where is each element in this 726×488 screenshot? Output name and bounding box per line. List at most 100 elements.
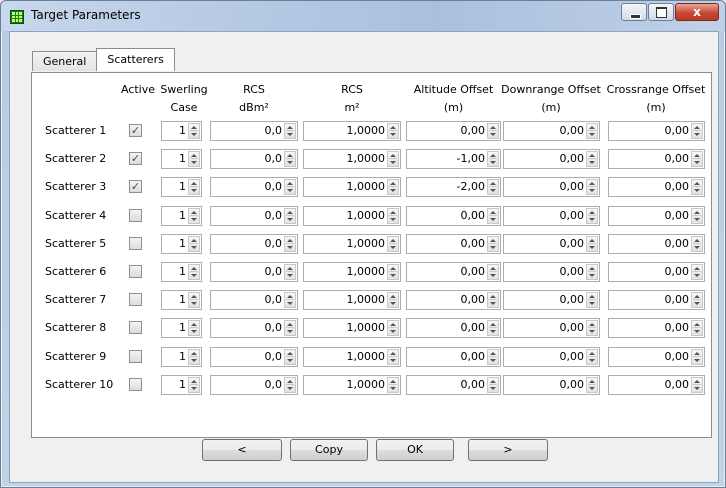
active-checkbox[interactable] [129,237,142,250]
spin-arrows-icon[interactable] [387,123,399,139]
close-button[interactable]: x [675,3,719,21]
downrange-spinbox[interactable]: 0,00 [503,121,600,141]
altitude-spinbox[interactable]: 0,00 [406,318,501,338]
spin-arrows-icon[interactable] [586,349,598,365]
rcs-m-spinbox[interactable]: 1,0000 [303,347,401,367]
spin-arrows-icon[interactable] [284,320,296,336]
minimize-button[interactable] [621,3,647,21]
spin-arrows-icon[interactable] [487,236,499,252]
spin-arrows-icon[interactable] [387,377,399,393]
crossrange-spinbox[interactable]: 0,00 [608,149,705,169]
maximize-button[interactable] [648,3,674,21]
crossrange-spinbox[interactable]: 0,00 [608,375,705,395]
spin-arrows-icon[interactable] [586,320,598,336]
altitude-spinbox[interactable]: -1,00 [406,149,501,169]
downrange-spinbox[interactable]: 0,00 [503,290,600,310]
spin-arrows-icon[interactable] [691,292,703,308]
active-checkbox[interactable] [129,209,142,222]
tab-general[interactable]: General [32,51,98,71]
active-checkbox[interactable]: ✓ [129,152,142,165]
spin-arrows-icon[interactable] [487,320,499,336]
swerling-spinbox[interactable]: 1 [161,347,202,367]
spin-arrows-icon[interactable] [691,208,703,224]
spin-arrows-icon[interactable] [284,151,296,167]
spin-arrows-icon[interactable] [487,123,499,139]
copy-button[interactable]: Copy [290,439,368,461]
spin-arrows-icon[interactable] [188,123,200,139]
altitude-spinbox[interactable]: 0,00 [406,121,501,141]
spin-arrows-icon[interactable] [586,236,598,252]
rcs-dbm-spinbox[interactable]: 0,0 [210,290,298,310]
rcs-dbm-spinbox[interactable]: 0,0 [210,375,298,395]
swerling-spinbox[interactable]: 1 [161,177,202,197]
spin-arrows-icon[interactable] [284,236,296,252]
spin-arrows-icon[interactable] [586,123,598,139]
downrange-spinbox[interactable]: 0,00 [503,234,600,254]
spin-arrows-icon[interactable] [586,292,598,308]
downrange-spinbox[interactable]: 0,00 [503,347,600,367]
spin-arrows-icon[interactable] [387,236,399,252]
swerling-spinbox[interactable]: 1 [161,206,202,226]
spin-arrows-icon[interactable] [387,179,399,195]
downrange-spinbox[interactable]: 0,00 [503,206,600,226]
crossrange-spinbox[interactable]: 0,00 [608,206,705,226]
spin-arrows-icon[interactable] [487,349,499,365]
spin-arrows-icon[interactable] [691,320,703,336]
crossrange-spinbox[interactable]: 0,00 [608,318,705,338]
rcs-m-spinbox[interactable]: 1,0000 [303,177,401,197]
rcs-m-spinbox[interactable]: 1,0000 [303,121,401,141]
spin-arrows-icon[interactable] [387,208,399,224]
spin-arrows-icon[interactable] [487,377,499,393]
spin-arrows-icon[interactable] [284,208,296,224]
spin-arrows-icon[interactable] [387,264,399,280]
tab-scatterers[interactable]: Scatterers [96,48,175,71]
altitude-spinbox[interactable]: 0,00 [406,234,501,254]
rcs-dbm-spinbox[interactable]: 0,0 [210,121,298,141]
altitude-spinbox[interactable]: 0,00 [406,347,501,367]
spin-arrows-icon[interactable] [284,377,296,393]
spin-arrows-icon[interactable] [487,179,499,195]
prev-button[interactable]: < [202,439,282,461]
spin-arrows-icon[interactable] [691,264,703,280]
active-checkbox[interactable] [129,321,142,334]
rcs-m-spinbox[interactable]: 1,0000 [303,262,401,282]
swerling-spinbox[interactable]: 1 [161,318,202,338]
downrange-spinbox[interactable]: 0,00 [503,149,600,169]
swerling-spinbox[interactable]: 1 [161,290,202,310]
downrange-spinbox[interactable]: 0,00 [503,318,600,338]
spin-arrows-icon[interactable] [487,292,499,308]
swerling-spinbox[interactable]: 1 [161,375,202,395]
spin-arrows-icon[interactable] [284,292,296,308]
spin-arrows-icon[interactable] [188,151,200,167]
swerling-spinbox[interactable]: 1 [161,121,202,141]
spin-arrows-icon[interactable] [387,292,399,308]
title-bar[interactable]: Target Parameters x [1,1,725,31]
spin-arrows-icon[interactable] [188,236,200,252]
spin-arrows-icon[interactable] [586,377,598,393]
spin-arrows-icon[interactable] [188,292,200,308]
rcs-dbm-spinbox[interactable]: 0,0 [210,206,298,226]
active-checkbox[interactable]: ✓ [129,180,142,193]
spin-arrows-icon[interactable] [188,264,200,280]
rcs-dbm-spinbox[interactable]: 0,0 [210,149,298,169]
spin-arrows-icon[interactable] [284,264,296,280]
spin-arrows-icon[interactable] [487,264,499,280]
swerling-spinbox[interactable]: 1 [161,149,202,169]
spin-arrows-icon[interactable] [691,179,703,195]
next-button[interactable]: > [468,439,548,461]
crossrange-spinbox[interactable]: 0,00 [608,347,705,367]
spin-arrows-icon[interactable] [691,377,703,393]
downrange-spinbox[interactable]: 0,00 [503,375,600,395]
altitude-spinbox[interactable]: 0,00 [406,206,501,226]
spin-arrows-icon[interactable] [188,349,200,365]
altitude-spinbox[interactable]: -2,00 [406,177,501,197]
active-checkbox[interactable] [129,350,142,363]
rcs-dbm-spinbox[interactable]: 0,0 [210,262,298,282]
spin-arrows-icon[interactable] [487,208,499,224]
spin-arrows-icon[interactable] [387,151,399,167]
spin-arrows-icon[interactable] [188,208,200,224]
spin-arrows-icon[interactable] [691,349,703,365]
altitude-spinbox[interactable]: 0,00 [406,290,501,310]
spin-arrows-icon[interactable] [691,123,703,139]
rcs-dbm-spinbox[interactable]: 0,0 [210,177,298,197]
